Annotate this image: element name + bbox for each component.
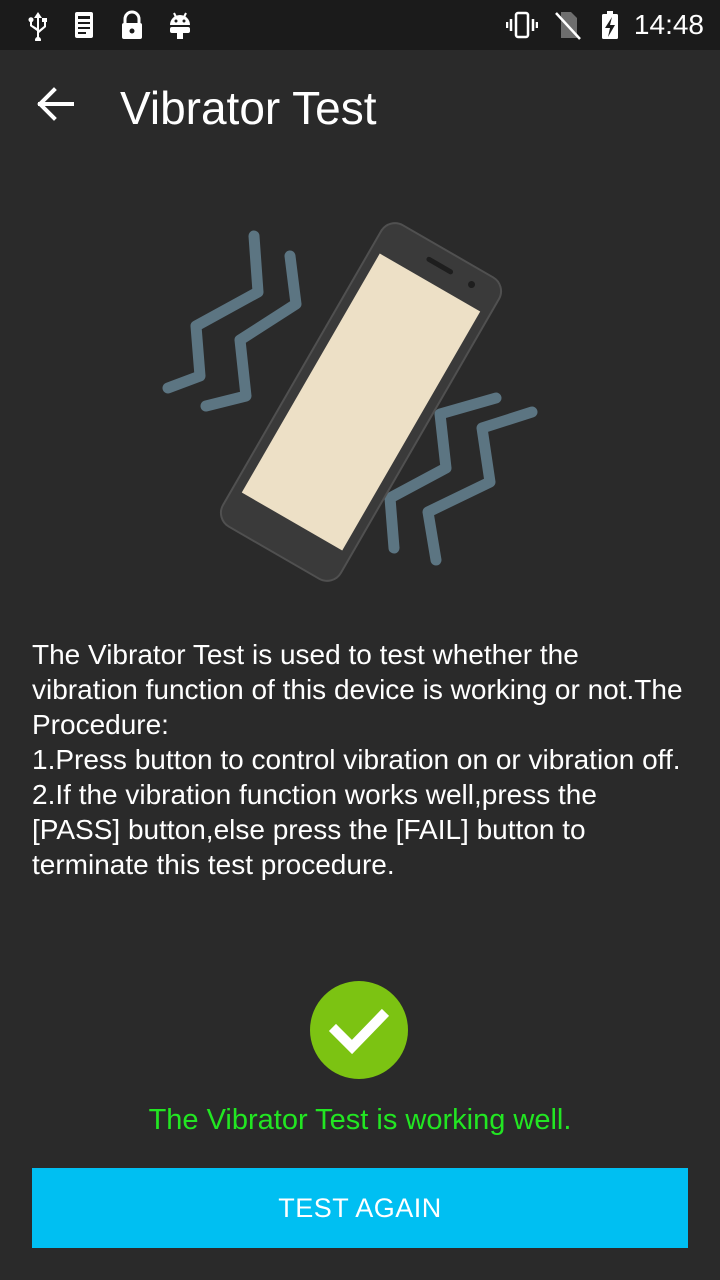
app-bar: Vibrator Test bbox=[0, 50, 720, 162]
test-description: The Vibrator Test is used to test whethe… bbox=[32, 637, 692, 882]
description-step-2: 2.If the vibration function works well,p… bbox=[32, 779, 597, 880]
no-sim-icon bbox=[555, 12, 581, 40]
vibrate-icon bbox=[506, 11, 538, 39]
vibration-waves-left bbox=[162, 230, 302, 412]
battery-charging-icon bbox=[602, 11, 618, 39]
android-icon bbox=[170, 12, 190, 39]
page-title: Vibrator Test bbox=[120, 82, 377, 134]
status-time: 14:48 bbox=[633, 9, 704, 40]
test-again-button[interactable]: TEST AGAIN bbox=[32, 1168, 688, 1248]
check-circle-icon bbox=[310, 981, 408, 1079]
description-step-1: 1.Press button to control vibration on o… bbox=[32, 744, 681, 775]
arrow-back-icon[interactable] bbox=[28, 76, 84, 132]
status-bar: 14:48 bbox=[0, 0, 720, 50]
vibrating-phone-illustration bbox=[162, 222, 538, 582]
log-icon bbox=[75, 12, 93, 38]
description-intro: The Vibrator Test is used to test whethe… bbox=[32, 639, 683, 740]
result-message: The Vibrator Test is working well. bbox=[148, 1104, 572, 1136]
lock-icon bbox=[122, 10, 142, 39]
usb-icon bbox=[28, 12, 47, 41]
